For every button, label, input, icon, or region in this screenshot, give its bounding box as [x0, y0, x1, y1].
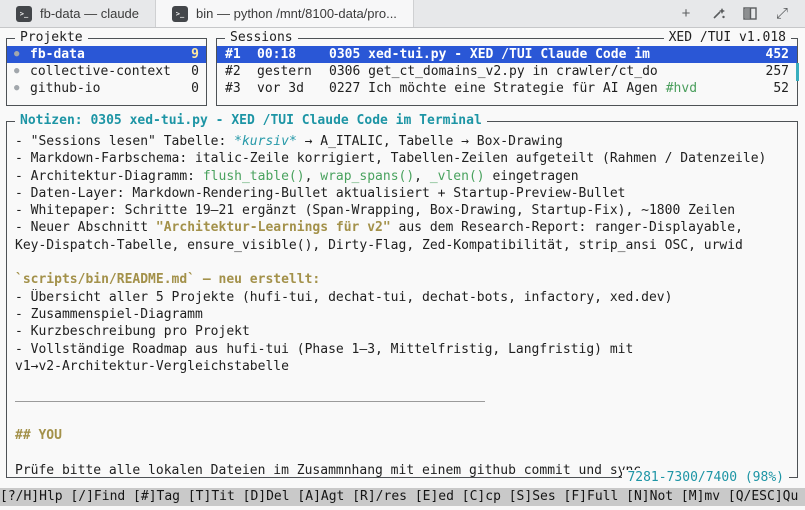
session-title: 0305 xed-tui.py - XED /TUI Claude Code i… [329, 47, 650, 62]
session-time: 00:18 [257, 47, 297, 62]
tab-fb-data[interactable]: >_ fb-data — claude [0, 0, 157, 27]
session-row-2[interactable]: #2 gestern 0306 get_ct_domains_v2.py in … [217, 63, 797, 80]
session-number: #1 [225, 47, 241, 62]
project-name: collective-context [30, 64, 171, 79]
note-line [7, 410, 797, 427]
app-version-label: XED /TUI v1.018 [663, 30, 791, 46]
session-count: 52 [773, 81, 789, 96]
horizontal-rule [15, 401, 485, 403]
new-tab-icon[interactable]: + [675, 3, 697, 25]
sparkle-wand-icon[interactable] [707, 3, 729, 25]
project-row-github-io[interactable]: ● github-io 0 [7, 80, 206, 97]
note-line: - Architektur-Diagramm: flush_table(), w… [15, 168, 579, 184]
session-tag: #hvd [665, 81, 698, 96]
split-pane-icon[interactable] [739, 3, 761, 25]
project-count: 0 [191, 81, 199, 96]
session-title: 0306 get_ct_domains_v2.py in crawler/ct_… [329, 64, 658, 79]
note-line [7, 444, 797, 461]
note-line: - Vollständige Roadmap aus hufi-tui (Pha… [15, 341, 634, 357]
projects-panel-title: Projekte [15, 30, 88, 46]
note-line: - "Sessions lesen" Tabelle: *kursiv* → A… [15, 134, 563, 149]
fullscreen-icon[interactable]: ⤢ [771, 3, 793, 25]
note-line: ## YOU [15, 428, 62, 444]
project-row-collective-context[interactable]: ● collective-context 0 [7, 63, 206, 80]
projects-panel: Projekte ● fb-data 9 ● collective-contex… [6, 30, 207, 106]
note-line: - Daten-Layer: Markdown-Rendering-Bullet… [15, 185, 626, 201]
session-number: #3 [225, 81, 241, 96]
notes-panel-title: Notizen: 0305 xed-tui.py - XED /TUI Clau… [15, 113, 487, 129]
tab-label: fb-data — claude [40, 6, 140, 21]
notes-panel: Notizen: 0305 xed-tui.py - XED /TUI Clau… [6, 113, 798, 486]
sparkle-wand-icon [712, 8, 725, 19]
session-time: vor 3d [257, 81, 304, 96]
terminal-screen: Projekte ● fb-data 9 ● collective-contex… [0, 28, 805, 510]
window-controls: + ⤢ [675, 0, 805, 27]
note-line: v1→v2-Architektur-Vergleichstabelle [15, 358, 289, 374]
note-line [7, 375, 797, 392]
note-line: - Übersicht aller 5 Projekte (hufi-tui, … [15, 289, 673, 305]
note-line: - Zusammenspiel-Diagramm [15, 306, 203, 322]
session-count: 257 [765, 64, 789, 79]
project-count: 0 [191, 64, 199, 79]
project-row-fb-data[interactable]: ● fb-data 9 [7, 46, 206, 63]
note-line: - Neuer Abschnitt "Architektur-Learnings… [15, 220, 743, 236]
terminal-icon: >_ [172, 5, 189, 22]
project-bullet-icon: ● [14, 83, 20, 93]
note-line [7, 392, 797, 409]
tab-label: bin — python /mnt/8100-data/pro... [196, 6, 397, 21]
notes-scroll-position: 7281-7300/7400 (98%) [622, 470, 789, 486]
note-line: - Markdown-Farbschema: italic-Zeile korr… [15, 151, 767, 167]
sessions-panel: Sessions XED /TUI v1.018 #1 00:18 0305 x… [216, 30, 799, 106]
session-count: 452 [765, 47, 789, 62]
project-count: 9 [191, 47, 199, 62]
session-title: 0227 Ich möchte eine Strategie für AI Ag… [329, 81, 658, 96]
project-name: fb-data [30, 47, 85, 62]
tab-bar: >_ fb-data — claude >_ bin — python /mnt… [0, 0, 805, 28]
notes-content[interactable]: - "Sessions lesen" Tabelle: *kursiv* → A… [7, 133, 797, 479]
sessions-panel-title: Sessions [225, 30, 298, 46]
tab-bin-python[interactable]: >_ bin — python /mnt/8100-data/pro... [156, 0, 414, 27]
terminal-icon: >_ [16, 5, 32, 22]
project-bullet-icon: ● [14, 49, 20, 59]
split-pane-icon [743, 7, 757, 20]
note-line: - Whitepaper: Schritte 19–21 ergänzt (Sp… [15, 203, 736, 219]
session-row-3[interactable]: #3 vor 3d 0227 Ich möchte eine Strategie… [217, 80, 797, 97]
note-line: - Kurzbeschreibung pro Projekt [15, 324, 250, 340]
project-bullet-icon: ● [14, 66, 20, 76]
session-row-1[interactable]: #1 00:18 0305 xed-tui.py - XED /TUI Clau… [217, 46, 797, 63]
session-time: gestern [257, 64, 312, 79]
note-line: Key-Dispatch-Tabelle, ensure_visible(), … [15, 237, 743, 253]
note-line: `scripts/bin/README.md` — neu erstellt: [15, 272, 321, 288]
status-bar: [?/H]Hlp [/]Find [#]Tag [T]Tit [D]Del [A… [0, 488, 805, 506]
sessions-scrollbar[interactable] [796, 63, 799, 81]
session-number: #2 [225, 64, 241, 79]
project-name: github-io [30, 81, 101, 96]
note-line [7, 254, 797, 271]
